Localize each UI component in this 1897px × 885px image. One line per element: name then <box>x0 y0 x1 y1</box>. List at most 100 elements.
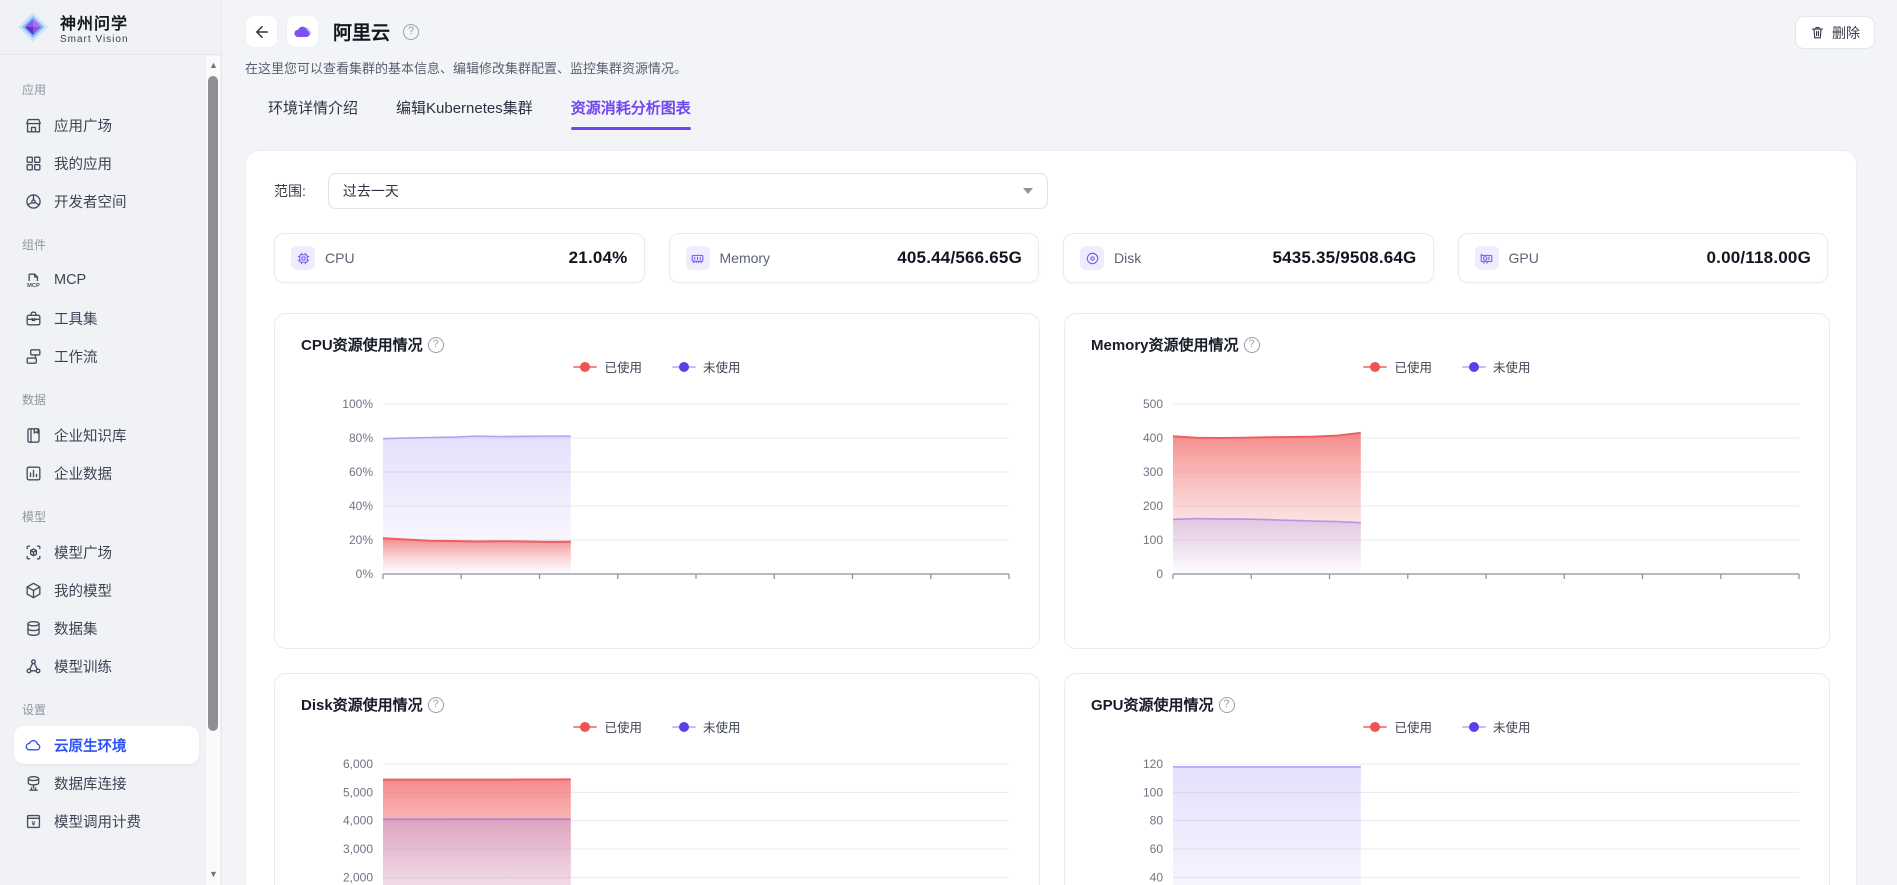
svg-text:60%: 60% <box>349 465 373 479</box>
sidebar-item-my-model[interactable]: 我的模型 <box>14 571 199 609</box>
svg-text:0: 0 <box>1156 567 1163 581</box>
sidebar-item-enterprise-data[interactable]: 企业数据 <box>14 454 199 492</box>
stat-label: Disk <box>1114 250 1141 266</box>
title-help-icon[interactable]: ? <box>403 24 419 40</box>
tab-3[interactable]: 资源消耗分析图表 <box>571 97 691 130</box>
stat-card-cpu: CPU21.04% <box>274 233 645 283</box>
scroll-down-icon[interactable]: ▼ <box>209 870 218 879</box>
legend-unused-label: 未使用 <box>703 357 741 376</box>
legend-used-label: 已使用 <box>1394 357 1432 376</box>
charts-grid: CPU资源使用情况 ? 已使用 未使用 0%20%40%60%80%100% M… <box>274 313 1828 885</box>
chart-help-icon[interactable]: ? <box>1219 697 1235 713</box>
svg-text:4,000: 4,000 <box>343 814 373 828</box>
legend-item-used[interactable]: 已使用 <box>1363 357 1432 376</box>
dataset-icon <box>24 619 43 638</box>
svg-text:20%: 20% <box>349 533 373 547</box>
mcp-icon: MCP <box>24 271 43 290</box>
toolbox-icon <box>24 309 43 328</box>
sidebar-item-model-plaza[interactable]: 模型广场 <box>14 533 199 571</box>
model-plaza-icon <box>24 543 43 562</box>
svg-text:40%: 40% <box>349 499 373 513</box>
sidebar-item-dataset[interactable]: 数据集 <box>14 609 199 647</box>
stat-label: Memory <box>720 250 771 266</box>
back-button[interactable] <box>245 15 278 48</box>
tab-2[interactable]: 编辑Kubernetes集群 <box>396 97 533 130</box>
disk-icon <box>1085 251 1100 266</box>
chart-card-2: Disk资源使用情况 ? 已使用 未使用 01,0002,0003,0004,0… <box>274 673 1040 885</box>
sidebar-item-model-training[interactable]: 模型训练 <box>14 647 199 685</box>
billing-icon: ¥ <box>24 812 43 831</box>
page-title: 阿里云 <box>333 18 390 45</box>
workflow-icon <box>24 347 43 366</box>
stat-label: GPU <box>1509 250 1539 266</box>
sidebar-item-label: 模型调用计费 <box>54 811 141 832</box>
stat-value: 405.44/566.65G <box>897 248 1022 268</box>
chart-plot[interactable]: 01,0002,0003,0004,0005,0006,000 <box>301 750 1013 885</box>
chart-card-1: Memory资源使用情况 ? 已使用 未使用 0100200300400500 <box>1064 313 1830 649</box>
scrollbar-thumb[interactable] <box>208 76 218 731</box>
chart-help-icon[interactable]: ? <box>1244 337 1260 353</box>
dev-space-icon <box>24 192 43 211</box>
sidebar-item-billing[interactable]: ¥ 模型调用计费 <box>14 802 199 840</box>
svg-text:120: 120 <box>1143 757 1163 771</box>
sidebar-item-grid[interactable]: 我的应用 <box>14 144 199 182</box>
chart-help-icon[interactable]: ? <box>428 697 444 713</box>
legend-item-unused[interactable]: 未使用 <box>1462 717 1531 736</box>
sidebar-item-knowledge-base[interactable]: 企业知识库 <box>14 416 199 454</box>
legend-item-used[interactable]: 已使用 <box>1363 717 1432 736</box>
svg-text:100: 100 <box>1143 533 1163 547</box>
sidebar-item-cloud[interactable]: 云原生环境 <box>14 726 199 764</box>
svg-text:2,000: 2,000 <box>343 870 373 884</box>
sidebar-item-toolbox[interactable]: 工具集 <box>14 299 199 337</box>
logo-icon <box>16 10 50 44</box>
sidebar-section-label: 设置 <box>22 701 199 718</box>
svg-text:80%: 80% <box>349 431 373 445</box>
enterprise-data-icon <box>24 464 43 483</box>
sidebar-item-label: 工具集 <box>54 308 98 329</box>
chevron-down-icon <box>1023 188 1033 194</box>
chart-legend: 已使用 未使用 <box>301 717 1013 736</box>
legend-item-used[interactable]: 已使用 <box>573 357 642 376</box>
svg-text:500: 500 <box>1143 397 1163 411</box>
chart-title: CPU资源使用情况 <box>301 334 423 355</box>
sidebar-item-label: 数据集 <box>54 618 98 639</box>
sidebar-scrollbar[interactable]: ▲ ▼ <box>205 56 220 885</box>
sidebar-item-storefront[interactable]: 应用广场 <box>14 106 199 144</box>
chart-card-3: GPU资源使用情况 ? 已使用 未使用 020406080100120 <box>1064 673 1830 885</box>
sidebar-section-label: 数据 <box>22 391 199 408</box>
sidebar-item-label: 企业数据 <box>54 463 112 484</box>
sidebar-item-label: 企业知识库 <box>54 425 127 446</box>
legend-item-unused[interactable]: 未使用 <box>1462 357 1531 376</box>
legend-item-unused[interactable]: 未使用 <box>672 357 741 376</box>
app-logo: 神州问学 Smart Vision <box>0 0 221 55</box>
chart-title: Memory资源使用情况 <box>1091 334 1239 355</box>
sidebar-item-mcp[interactable]: MCPMCP <box>14 261 199 299</box>
scroll-up-icon[interactable]: ▲ <box>209 61 218 70</box>
legend-unused-label: 未使用 <box>703 717 741 736</box>
chart-help-icon[interactable]: ? <box>428 337 444 353</box>
legend-unused-label: 未使用 <box>1493 357 1531 376</box>
tab-1[interactable]: 环境详情介绍 <box>268 97 358 130</box>
chart-plot[interactable]: 0%20%40%60%80%100% <box>301 390 1013 590</box>
svg-text:300: 300 <box>1143 465 1163 479</box>
range-select[interactable]: 过去一天 <box>328 173 1048 209</box>
stat-value: 5435.35/9508.64G <box>1272 248 1416 268</box>
sidebar-item-db-connection[interactable]: 数据库连接 <box>14 764 199 802</box>
delete-button[interactable]: 删除 <box>1795 16 1875 49</box>
svg-text:400: 400 <box>1143 431 1163 445</box>
chart-plot[interactable]: 020406080100120 <box>1091 750 1803 885</box>
range-label: 范围: <box>274 181 306 201</box>
cloud-icon <box>24 736 43 755</box>
chart-plot[interactable]: 0100200300400500 <box>1091 390 1803 590</box>
sidebar-item-label: 云原生环境 <box>54 735 127 756</box>
sidebar-item-dev-space[interactable]: 开发者空间 <box>14 182 199 220</box>
legend-item-used[interactable]: 已使用 <box>573 717 642 736</box>
memory-icon <box>690 251 705 266</box>
tab-bar: 环境详情介绍 编辑Kubernetes集群 资源消耗分析图表 <box>268 97 1897 130</box>
gpu-icon <box>1479 251 1494 266</box>
chart-legend: 已使用 未使用 <box>301 357 1013 376</box>
sidebar-item-workflow[interactable]: 工作流 <box>14 337 199 375</box>
sidebar-item-label: 模型广场 <box>54 542 112 563</box>
cpu-icon <box>296 251 311 266</box>
legend-item-unused[interactable]: 未使用 <box>672 717 741 736</box>
